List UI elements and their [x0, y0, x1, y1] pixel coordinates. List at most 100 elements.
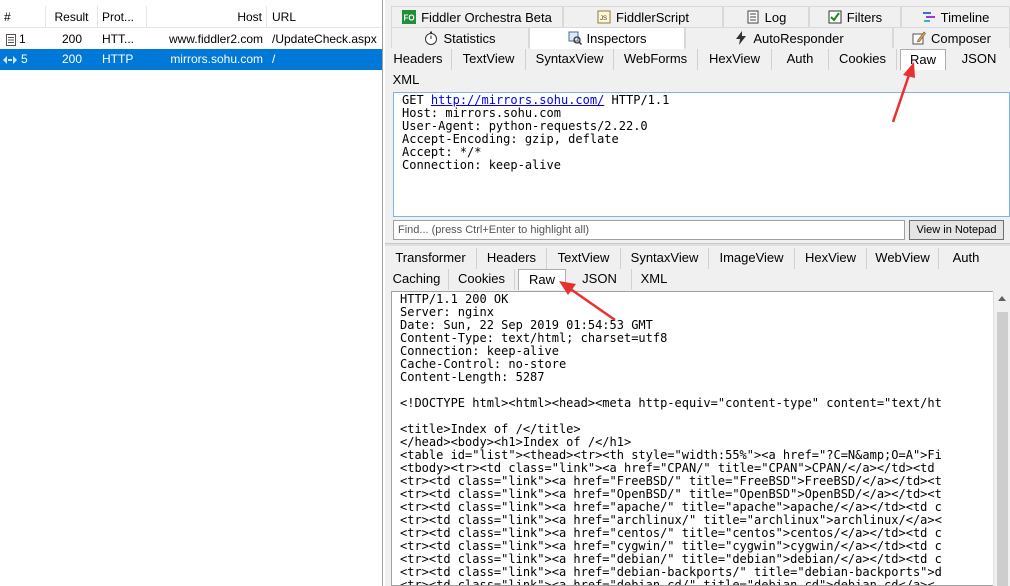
- response-tab-xml[interactable]: XML: [632, 269, 676, 290]
- tab-statistics[interactable]: Statistics: [391, 27, 529, 48]
- response-tab-auth[interactable]: Auth: [939, 248, 993, 269]
- tab-fiddlerscript[interactable]: JS FiddlerScript: [563, 6, 723, 27]
- request-header-line: Accept: */*: [402, 145, 482, 159]
- response-tab-syntaxview[interactable]: SyntaxView: [621, 248, 709, 269]
- scrollbar-thumb[interactable]: [997, 312, 1008, 586]
- column-header-result[interactable]: Result: [46, 6, 98, 28]
- tab-composer[interactable]: Composer: [893, 27, 1010, 48]
- request-tab-webforms[interactable]: WebForms: [614, 49, 698, 70]
- request-tab-hexview[interactable]: HexView: [698, 49, 772, 70]
- response-line: Content-Length: 5287: [400, 370, 545, 384]
- session-number: 5: [21, 52, 28, 66]
- column-header-protocol[interactable]: Prot...: [98, 6, 147, 28]
- session-number: 1: [19, 32, 26, 46]
- response-line: Content-Type: text/html; charset=utf8: [400, 331, 668, 345]
- request-tab-auth[interactable]: Auth: [772, 49, 829, 70]
- request-tab-json[interactable]: JSON: [948, 49, 1010, 70]
- request-header-line: Connection: keep-alive: [402, 158, 561, 172]
- checkbox-icon: [828, 10, 842, 24]
- response-tab-headers[interactable]: Headers: [477, 248, 547, 269]
- session-row-selected[interactable]: 5 200 HTTP mirrors.sohu.com /: [0, 49, 382, 70]
- tab-inspectors[interactable]: Inspectors: [529, 27, 685, 49]
- session-host: www.fiddler2.com: [168, 32, 263, 46]
- session-url: /: [272, 52, 276, 66]
- sessions-header: # Result Prot... Host URL: [0, 6, 382, 28]
- column-header-host[interactable]: Host: [147, 6, 267, 28]
- request-url-link[interactable]: http://mirrors.sohu.com/: [431, 93, 604, 107]
- sessions-pane: # Result Prot... Host URL 1 200 HTT... w…: [0, 0, 383, 586]
- response-tab-raw[interactable]: Raw: [518, 269, 566, 290]
- response-line: </head><body><h1>Index of /</h1>: [400, 435, 632, 449]
- response-line: Connection: keep-alive: [400, 344, 559, 358]
- response-line: <tr><td class="link"><a href="debian-cd/…: [400, 578, 935, 586]
- response-scrollbar[interactable]: [993, 292, 1010, 586]
- session-row[interactable]: 1 200 HTT... www.fiddler2.com /UpdateChe…: [0, 29, 382, 50]
- response-line: <tr><td class="link"><a href="apache/" t…: [400, 500, 942, 514]
- tab-filters[interactable]: Filters: [809, 6, 901, 27]
- lightning-icon: [736, 31, 747, 45]
- tab-autoresponder[interactable]: AutoResponder: [685, 27, 893, 48]
- request-header-line: Host: mirrors.sohu.com: [402, 106, 561, 120]
- inspector-pane: FO Fiddler Orchestra Beta JS FiddlerScript…: [385, 0, 1010, 586]
- response-tab-json[interactable]: JSON: [568, 269, 632, 290]
- session-url: /UpdateCheck.aspx: [272, 32, 377, 46]
- request-tab-headers[interactable]: Headers: [385, 49, 452, 70]
- column-header-number[interactable]: #: [0, 6, 46, 28]
- inspect-icon: [568, 31, 582, 45]
- response-tab-caching[interactable]: Caching: [385, 269, 449, 290]
- response-line: <table id="list"><thead><tr><th style="w…: [400, 448, 942, 462]
- session-result: 200: [61, 52, 83, 66]
- view-in-notepad-button[interactable]: View in Notepad: [909, 220, 1004, 240]
- tab-fiddler-orchestra[interactable]: FO Fiddler Orchestra Beta: [391, 6, 563, 27]
- request-response-icon: [3, 55, 17, 64]
- request-tab-cookies[interactable]: Cookies: [829, 49, 897, 70]
- tab-timeline[interactable]: Timeline: [901, 6, 1010, 27]
- session-result: 200: [61, 32, 83, 46]
- response-tab-cookies[interactable]: Cookies: [449, 269, 515, 290]
- response-line: <tr><td class="link"><a href="centos/" t…: [400, 526, 942, 540]
- log-icon: [747, 10, 759, 24]
- stopwatch-icon: [425, 31, 438, 45]
- response-line: HTTP/1.1 200 OK: [400, 292, 509, 306]
- request-tabs-row-1: Headers TextView SyntaxView WebForms Hex…: [385, 49, 1010, 70]
- response-tab-textview[interactable]: TextView: [547, 248, 621, 269]
- tab-log[interactable]: Log: [723, 6, 809, 27]
- svg-text:JS: JS: [600, 16, 607, 22]
- response-tab-imageview[interactable]: ImageView: [709, 248, 795, 269]
- response-tabs-row-1: Transformer Headers TextView SyntaxView …: [385, 248, 1010, 269]
- response-line: <!DOCTYPE html><html><head><meta http-eq…: [400, 396, 942, 410]
- script-icon: JS: [597, 10, 611, 24]
- request-tab-syntaxview[interactable]: SyntaxView: [526, 49, 614, 70]
- response-line: <tr><td class="link"><a href="FreeBSD/" …: [400, 474, 942, 488]
- response-line: Date: Sun, 22 Sep 2019 01:54:53 GMT: [400, 318, 653, 332]
- response-tab-transformer[interactable]: Transformer: [385, 248, 477, 269]
- response-line: <tr><td class="link"><a href="debian-bac…: [400, 565, 942, 579]
- column-header-url[interactable]: URL: [268, 6, 382, 28]
- response-raw-view[interactable]: HTTP/1.1 200 OK Server: nginx Date: Sun,…: [391, 291, 993, 586]
- session-protocol: HTTP: [102, 52, 134, 66]
- pane-splitter[interactable]: [385, 243, 1010, 246]
- request-tabs-row-2: XML: [385, 70, 1010, 91]
- response-line: <title>Index of /</title>: [400, 422, 581, 436]
- response-tab-webview[interactable]: WebView: [867, 248, 939, 269]
- request-tab-textview[interactable]: TextView: [452, 49, 526, 70]
- response-line: Cache-Control: no-store: [400, 357, 567, 371]
- request-header-line: User-Agent: python-requests/2.22.0: [402, 119, 648, 133]
- response-tabs-row-2: Caching Cookies Raw JSON XML: [385, 269, 1010, 290]
- document-icon: [6, 33, 16, 46]
- pencil-icon: [912, 31, 926, 45]
- request-raw-view[interactable]: GET http://mirrors.sohu.com/ HTTP/1.1 Ho…: [393, 92, 1010, 217]
- request-tab-raw[interactable]: Raw: [900, 49, 946, 70]
- scroll-up-arrow-icon[interactable]: [998, 296, 1006, 301]
- main-tabs-row-1: FO Fiddler Orchestra Beta JS FiddlerScript…: [385, 6, 1010, 27]
- session-host: mirrors.sohu.com: [170, 52, 263, 66]
- main-tabs-row-2: Statistics Inspectors AutoResponder Comp…: [385, 27, 1010, 49]
- response-line: <tr><td class="link"><a href="cygwin/" t…: [400, 539, 942, 553]
- session-protocol: HTT...: [102, 32, 134, 46]
- response-tab-hexview[interactable]: HexView: [795, 248, 867, 269]
- response-line: Server: nginx: [400, 305, 494, 319]
- find-input[interactable]: Find... (press Ctrl+Enter to highlight a…: [393, 220, 905, 240]
- request-version: HTTP/1.1: [611, 93, 670, 107]
- request-tab-xml[interactable]: XML: [385, 70, 427, 91]
- response-line: <tr><td class="link"><a href="OpenBSD/" …: [400, 487, 942, 501]
